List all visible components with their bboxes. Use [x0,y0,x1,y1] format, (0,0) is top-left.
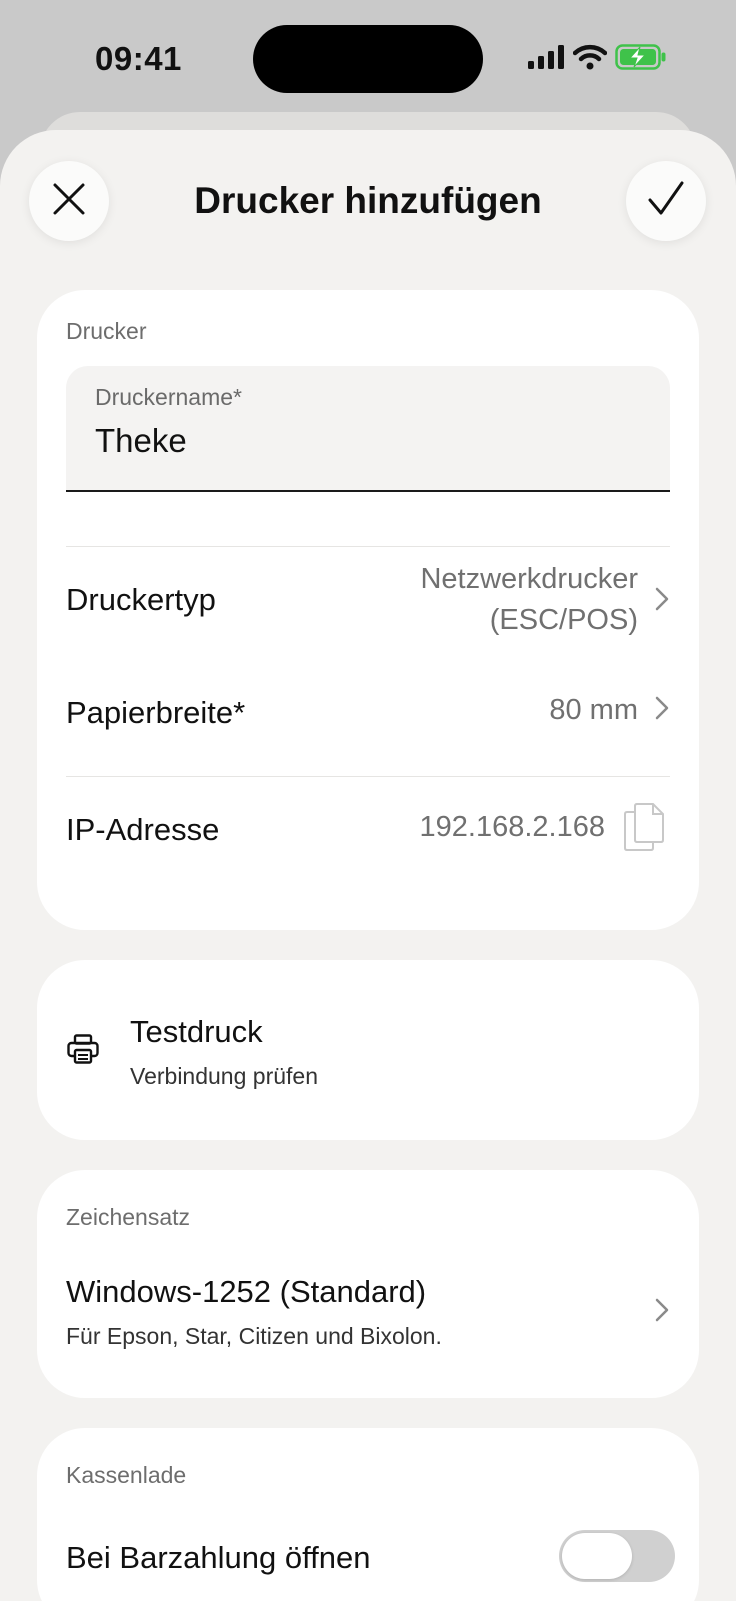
battery-charging-icon [615,43,667,75]
paper-width-value: 80 mm [549,694,638,726]
status-time: 09:41 [95,40,182,77]
copy-icon[interactable] [623,802,665,857]
ip-address-label: IP-Adresse [66,812,220,847]
printer-type-row[interactable]: Druckertyp Netzwerkdrucker (ESC/POS) [37,560,699,640]
signal-icon [527,44,565,74]
ip-address-value: 192.168.2.168 [419,811,605,843]
section-label-printer: Drucker [66,318,147,344]
paper-width-row[interactable]: Papierbreite* 80 mm [37,675,699,745]
chevron-right-icon [654,586,670,617]
divider [66,546,670,547]
charset-card[interactable]: Zeichensatz Windows-1252 (Standard) Für … [37,1170,699,1398]
charset-title: Windows-1252 (Standard) [66,1274,427,1309]
printer-name-value: Theke [95,422,187,459]
test-print-card[interactable]: Testdruck Verbindung prüfen [37,960,699,1140]
printer-type-value-line2: (ESC/POS) [489,604,638,636]
printer-name-field[interactable]: Druckername* Theke [66,366,670,492]
printer-icon [67,1034,99,1069]
status-icons [527,43,667,75]
wifi-icon [572,44,608,75]
paper-width-label: Papierbreite* [66,695,246,730]
section-label-charset: Zeichensatz [66,1204,191,1230]
printer-type-value: Netzwerkdrucker (ESC/POS) [420,559,638,641]
dynamic-island [253,25,483,93]
test-print-subtitle: Verbindung prüfen [130,1063,318,1089]
cash-drawer-card: Kassenlade Bei Barzahlung öffnen [37,1428,699,1601]
open-on-cash-label: Bei Barzahlung öffnen [66,1540,371,1575]
checkmark-icon [647,180,685,223]
charset-subtitle: Für Epson, Star, Citizen und Bixolon. [66,1323,442,1349]
printer-card: Drucker Druckername* Theke Druckertyp Ne… [37,290,699,930]
status-bar: 09:41 [0,0,736,118]
toggle-knob [562,1533,632,1579]
open-on-cash-toggle[interactable] [559,1530,675,1582]
ip-address-row: IP-Adresse 192.168.2.168 [37,790,699,870]
chevron-right-icon [654,1297,670,1328]
section-label-cash-drawer: Kassenlade [66,1462,187,1488]
confirm-button[interactable] [626,161,706,241]
test-print-title: Testdruck [130,1014,263,1049]
printer-type-value-line1: Netzwerkdrucker [420,563,638,595]
chevron-right-icon [654,695,670,726]
divider [66,776,670,777]
printer-type-label: Druckertyp [66,582,216,617]
printer-name-label: Druckername* [95,384,242,410]
